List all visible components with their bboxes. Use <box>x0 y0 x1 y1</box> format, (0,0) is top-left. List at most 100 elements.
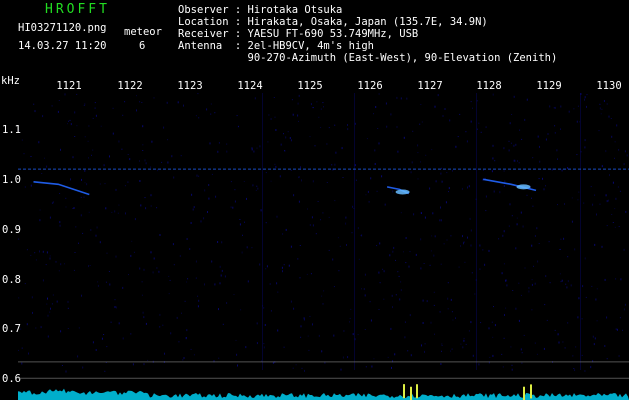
noise-speckle <box>100 125 102 127</box>
noise-speckle <box>139 267 141 270</box>
noise-speckle <box>531 309 533 311</box>
noise-speckle <box>452 170 453 172</box>
noise-speckle <box>334 124 336 126</box>
noise-speckle <box>133 251 135 253</box>
x-tick-label: 1123 <box>177 80 203 92</box>
noise-speckle <box>30 184 32 187</box>
spectrum-peak <box>416 384 418 399</box>
noise-speckle <box>470 244 472 247</box>
noise-speckle <box>139 180 141 182</box>
noise-speckle <box>469 217 471 220</box>
noise-speckle <box>60 148 61 151</box>
noise-speckle <box>596 213 597 216</box>
noise-speckle <box>488 327 490 330</box>
noise-speckle <box>261 360 262 362</box>
noise-speckle <box>447 297 449 300</box>
noise-speckle <box>142 125 144 128</box>
noise-speckle <box>214 283 216 286</box>
noise-speckle <box>585 296 587 298</box>
noise-speckle <box>92 149 94 151</box>
noise-speckle <box>323 290 325 292</box>
noise-speckle <box>410 354 412 357</box>
noise-speckle <box>307 335 309 337</box>
noise-speckle <box>34 110 36 113</box>
noise-speckle <box>292 113 294 116</box>
noise-speckle <box>92 117 94 119</box>
noise-speckle <box>114 299 116 301</box>
noise-speckle <box>266 265 268 268</box>
noise-speckle <box>195 260 197 263</box>
noise-speckle <box>197 305 199 308</box>
noise-speckle <box>508 225 510 227</box>
noise-speckle <box>26 323 28 326</box>
noise-speckle <box>407 350 409 352</box>
noise-speckle <box>625 210 627 213</box>
noise-speckle <box>511 215 513 217</box>
noise-speckle <box>152 271 154 274</box>
noise-speckle <box>263 307 265 309</box>
noise-speckle <box>265 222 267 224</box>
noise-speckle <box>318 116 320 118</box>
noise-speckle <box>317 201 319 202</box>
noise-speckle <box>441 180 443 183</box>
noise-speckle <box>449 119 451 122</box>
noise-speckle <box>301 179 302 182</box>
noise-speckle <box>533 265 534 267</box>
noise-speckle <box>69 119 71 121</box>
noise-speckle <box>405 237 407 239</box>
noise-speckle <box>606 225 608 227</box>
noise-speckle <box>168 275 170 277</box>
noise-speckle <box>94 102 96 104</box>
noise-speckle <box>82 366 84 369</box>
meteor-count: 6 <box>139 40 146 52</box>
noise-speckle <box>392 250 394 253</box>
noise-speckle <box>468 330 470 332</box>
noise-speckle <box>604 345 606 347</box>
noise-speckle <box>115 255 117 258</box>
noise-speckle <box>341 147 343 150</box>
noise-speckle <box>84 103 86 106</box>
noise-speckle <box>315 233 317 235</box>
noise-speckle <box>211 173 213 175</box>
noise-speckle <box>276 215 278 218</box>
noise-speckle <box>247 280 249 283</box>
noise-speckle <box>614 141 616 143</box>
noise-speckle <box>32 311 33 314</box>
noise-speckle <box>234 200 236 203</box>
noise-speckle <box>518 162 520 164</box>
noise-speckle <box>263 343 265 345</box>
noise-speckle <box>584 257 586 260</box>
noise-speckle <box>502 366 504 368</box>
noise-speckle <box>159 234 161 236</box>
noise-speckle <box>531 197 532 199</box>
noise-speckle <box>46 251 48 254</box>
noise-speckle <box>122 337 124 340</box>
noise-speckle <box>431 149 433 151</box>
noise-speckle <box>594 243 596 246</box>
noise-speckle <box>463 337 465 339</box>
noise-speckle <box>538 243 540 244</box>
noise-speckle <box>83 105 85 106</box>
noise-speckle <box>545 275 547 278</box>
noise-speckle <box>59 224 61 227</box>
noise-speckle <box>539 160 541 163</box>
noise-speckle <box>479 244 481 247</box>
noise-speckle <box>179 255 181 257</box>
noise-speckle <box>142 150 144 151</box>
noise-speckle <box>424 350 425 353</box>
noise-speckle <box>65 206 67 208</box>
noise-speckle <box>39 250 40 253</box>
noise-speckle <box>536 227 538 230</box>
noise-speckle <box>304 369 305 372</box>
noise-speckle <box>365 366 367 368</box>
noise-speckle <box>567 322 569 324</box>
noise-speckle <box>193 206 195 209</box>
noise-speckle <box>590 186 592 188</box>
noise-speckle <box>364 294 366 297</box>
noise-speckle <box>289 137 291 139</box>
noise-speckle <box>275 129 277 131</box>
noise-speckle <box>601 165 603 168</box>
noise-speckle <box>253 150 255 153</box>
noise-speckle <box>623 308 625 311</box>
noise-speckle <box>582 285 584 288</box>
